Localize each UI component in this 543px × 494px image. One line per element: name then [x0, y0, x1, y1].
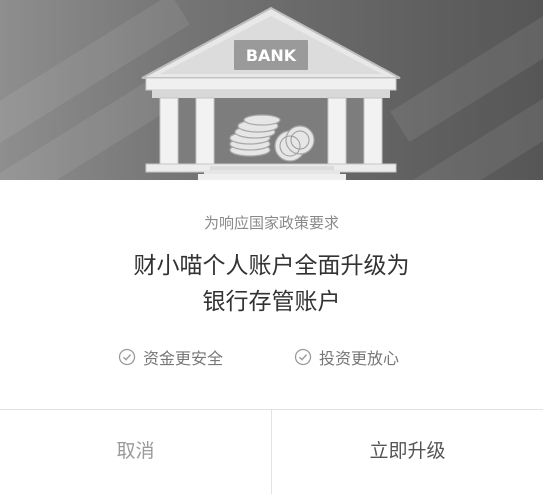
- title-line-1: 财小喵个人账户全面升级为: [133, 253, 410, 279]
- upgrade-now-button[interactable]: 立即升级: [272, 410, 543, 488]
- feature-label: 资金更安全: [143, 349, 224, 368]
- feature-label: 投资更放心: [319, 349, 400, 368]
- title-line-2: 银行存管账户: [202, 289, 341, 315]
- bank-sign-text: BANK: [246, 46, 297, 65]
- check-circle-icon: [294, 348, 312, 366]
- subtitle: 为响应国家政策要求: [203, 214, 339, 232]
- bank-illustration: BANK: [141, 6, 401, 180]
- dialog-title: 财小喵个人账户全面升级为 银行存管账户: [0, 248, 543, 320]
- feature-item: 投资更放心: [294, 345, 399, 369]
- feature-item: 资金更安全: [118, 345, 223, 369]
- cancel-button[interactable]: 取消: [0, 410, 271, 488]
- feature-list: 资金更安全 投资更放心: [0, 345, 543, 371]
- hero-banner: BANK: [0, 0, 543, 180]
- check-circle-icon: [118, 348, 136, 366]
- upgrade-dialog: BANK 为响应国家政策要求 财小喵个人账户全面升级为 银行存管账户 资金更安全…: [0, 0, 543, 494]
